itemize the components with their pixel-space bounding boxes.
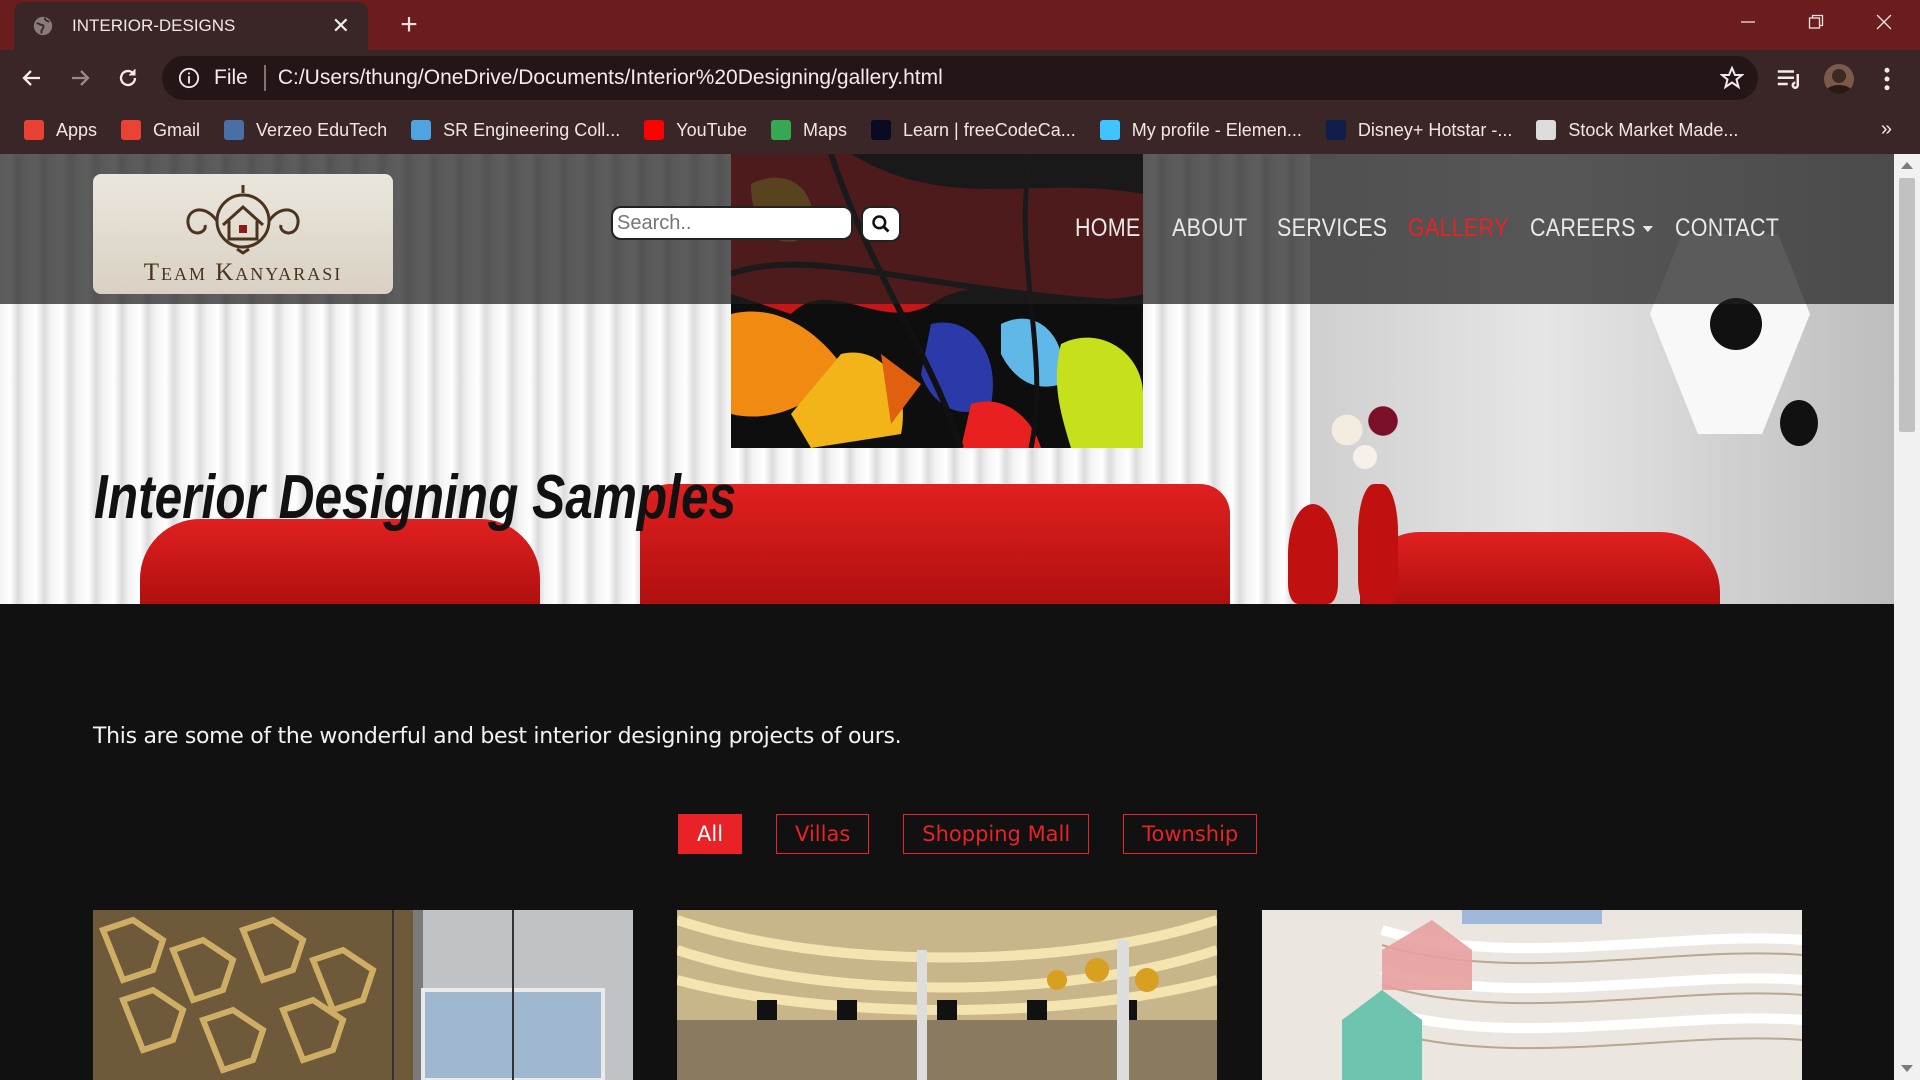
filter-all-button[interactable]: All (678, 814, 743, 854)
bookmark-element[interactable]: My profile - Elemen... (1099, 119, 1302, 141)
nav-services[interactable]: SERVICES (1277, 214, 1387, 243)
dropdown-caret-icon (1642, 226, 1653, 233)
page-scrollbar[interactable] (1894, 154, 1920, 1080)
search-button[interactable] (861, 206, 901, 242)
more-bookmarks-button[interactable]: » (1881, 118, 1892, 141)
lamp-dot (1710, 298, 1762, 350)
search-icon (872, 215, 890, 233)
hero-banner: Team Kanyarasi HOME ABOUT SERVICES GALLE… (0, 154, 1894, 604)
bookmark-label: Verzeo EduTech (256, 119, 388, 140)
gallery-filters: All Villas Shopping Mall Township (678, 814, 1258, 854)
house-crest-icon (186, 185, 300, 255)
globe-icon (33, 16, 53, 36)
bookmark-label: Learn | freeCodeCa... (902, 119, 1076, 140)
address-bar[interactable]: File C:/Users/thung/OneDrive/Documents/I… (162, 56, 1758, 100)
gallery-intro-text: This are some of the wonderful and best … (93, 724, 902, 749)
maps-icon (770, 120, 791, 140)
verzeo-icon (224, 120, 245, 140)
browser-tab[interactable]: INTERIOR-DESIGNS ✕ (14, 2, 368, 50)
bookmark-sr-engineering[interactable]: SR Engineering Coll... (411, 120, 620, 141)
bookmark-freecodecamp[interactable]: Learn | freeCodeCa... (870, 119, 1076, 141)
bookmark-apps-grid[interactable]: Apps (24, 120, 97, 141)
bookmark-label: Gmail (153, 119, 201, 140)
stock-market-icon (1536, 120, 1557, 140)
bookmark-stock-market[interactable]: Stock Market Made... (1536, 120, 1738, 141)
gmail-icon (121, 120, 142, 140)
new-tab-button[interactable]: + (392, 8, 426, 42)
media-queue-icon[interactable] (1774, 64, 1804, 94)
bookmarks-bar: Apps Gmail Verzeo EduTech SR Engineering Co… (0, 106, 1920, 154)
filter-villas-button[interactable]: Villas (776, 814, 870, 854)
page-title: Interior Designing Samples (94, 463, 737, 532)
reload-icon (119, 69, 137, 87)
bookmark-youtube[interactable]: YouTube (644, 120, 747, 141)
minimize-window-icon[interactable] (1714, 0, 1782, 44)
gallery-image-food-court-mall[interactable] (677, 910, 1217, 1080)
forward-arrow-icon (72, 70, 90, 86)
address-scheme: File (214, 66, 248, 89)
bookmark-label: SR Engineering Coll... (443, 119, 621, 140)
browser-menu-icon[interactable] (1872, 64, 1902, 94)
profile-avatar[interactable] (1824, 64, 1854, 94)
bookmark-star-icon[interactable] (1720, 66, 1744, 90)
page-viewport: Team Kanyarasi HOME ABOUT SERVICES GALLE… (0, 154, 1894, 1080)
filter-shopping-mall-button[interactable]: Shopping Mall (903, 814, 1090, 854)
hero-vase (1358, 484, 1398, 604)
back-button[interactable] (12, 58, 52, 98)
hero-flowers (1320, 394, 1410, 484)
logo-text: Team Kanyarasi (143, 259, 343, 286)
nav-contact[interactable]: CONTACT (1675, 214, 1779, 243)
address-url[interactable]: C:/Users/thung/OneDrive/Documents/Interi… (278, 66, 943, 90)
nav-gallery[interactable]: GALLERY (1408, 214, 1509, 243)
nav-careers-label: CAREERS (1530, 214, 1636, 242)
bookmark-label: Disney+ Hotstar -... (1357, 119, 1513, 140)
gallery-image-villa-interior[interactable] (93, 910, 633, 1080)
address-separator (263, 65, 266, 91)
apps-grid-icon (24, 120, 44, 140)
search-input[interactable] (611, 206, 853, 240)
tab-title: INTERIOR-DESIGNS (72, 16, 236, 35)
scroll-up-arrow-icon[interactable] (1901, 162, 1913, 169)
hero-sofa-right (1360, 532, 1720, 604)
close-window-icon[interactable] (1850, 0, 1918, 44)
site-logo[interactable]: Team Kanyarasi (93, 174, 393, 294)
bookmark-label: My profile - Elemen... (1131, 119, 1302, 140)
browser-toolbar: File C:/Users/thung/OneDrive/Documents/I… (0, 50, 1920, 106)
nav-careers[interactable]: CAREERS (1530, 214, 1653, 243)
restore-window-icon[interactable] (1782, 0, 1850, 44)
lamp-dot (1780, 400, 1818, 446)
bookmark-label: Stock Market Made... (1568, 119, 1739, 140)
element-icon (1099, 120, 1120, 140)
sr-engineering-icon (411, 120, 432, 140)
scroll-down-arrow-icon[interactable] (1901, 1065, 1913, 1072)
hotstar-icon (1325, 120, 1346, 140)
bookmark-label: Apps (56, 119, 98, 140)
bookmark-label: Maps (802, 119, 847, 140)
bookmark-verzeo[interactable]: Verzeo EduTech (224, 120, 387, 141)
scrollbar-thumb[interactable] (1899, 178, 1915, 432)
bookmark-gmail[interactable]: Gmail (121, 120, 200, 141)
nav-about[interactable]: ABOUT (1172, 214, 1247, 243)
forward-button[interactable] (60, 58, 100, 98)
close-tab-icon[interactable]: ✕ (332, 13, 350, 39)
back-arrow-icon (22, 70, 40, 86)
bookmark-hotstar[interactable]: Disney+ Hotstar -... (1325, 119, 1513, 141)
nav-home[interactable]: HOME (1075, 214, 1141, 243)
site-navbar: Team Kanyarasi HOME ABOUT SERVICES GALLE… (0, 154, 1894, 304)
bookmark-maps[interactable]: Maps (770, 119, 847, 141)
gallery-image-atrium-mall[interactable] (1262, 910, 1802, 1080)
reload-button[interactable] (108, 58, 148, 98)
bookmark-label: YouTube (676, 119, 747, 140)
youtube-icon (644, 120, 665, 140)
tab-strip: INTERIOR-DESIGNS ✕ + (0, 0, 1920, 50)
lamp-pole (1752, 434, 1760, 604)
hero-vase-small (1288, 504, 1338, 604)
freecodecamp-icon (870, 120, 891, 140)
filter-township-button[interactable]: Township (1123, 814, 1258, 854)
info-icon[interactable] (178, 67, 200, 89)
